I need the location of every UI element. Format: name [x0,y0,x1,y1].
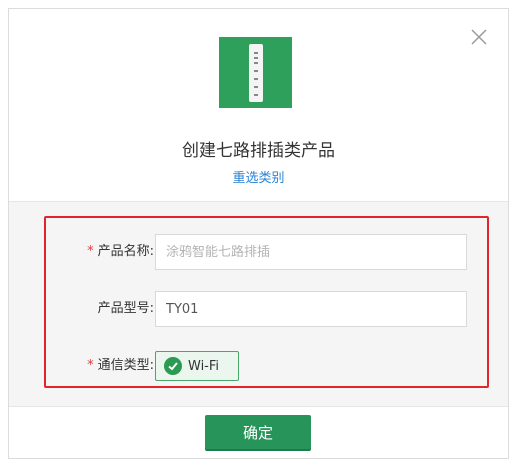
required-mark: * [87,244,94,259]
product-form: *产品名称: 产品型号: *通信类型: Wi-Fi [9,201,508,407]
product-model-label: 产品型号: [97,301,154,316]
dialog-header: 创建七路排插类产品 重选类别 [9,9,508,201]
product-model-input[interactable] [155,291,467,327]
create-product-dialog: 创建七路排插类产品 重选类别 *产品名称: 产品型号: *通信类型: [8,8,509,459]
form-row-product-model: 产品型号: [9,291,508,327]
product-name-input[interactable] [155,234,467,270]
product-image [219,37,292,108]
check-circle-icon [164,357,182,375]
close-icon [471,29,487,45]
product-name-label: * 产品名称: [87,244,154,259]
confirm-button[interactable]: 确定 [205,415,311,449]
form-row-product-name: * 产品名称: [9,234,508,270]
wifi-option-label: Wi-Fi [188,358,220,374]
dialog-title: 创建七路排插类产品 [182,141,335,161]
power-strip-icon [248,43,263,102]
wifi-option-chip[interactable]: Wi-Fi [155,351,239,381]
required-mark: * [87,358,94,373]
comm-type-label: * 通信类型: [87,358,154,373]
form-row-comm-type: * 通信类型: Wi-Fi [9,348,508,384]
close-button[interactable] [468,26,490,48]
reselect-category-link[interactable]: 重选类别 [9,167,508,186]
